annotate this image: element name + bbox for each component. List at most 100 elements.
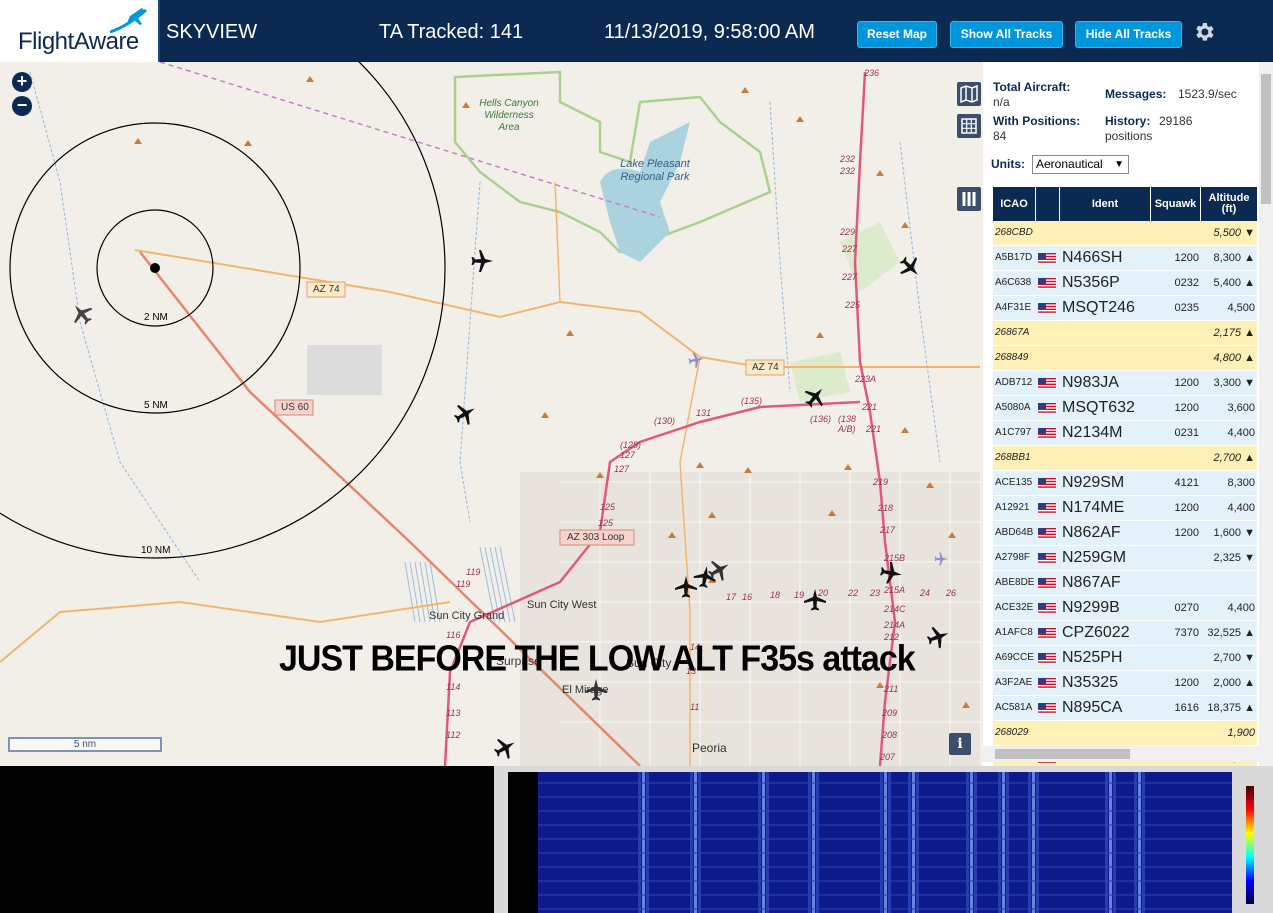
aircraft-icon[interactable] (878, 560, 904, 586)
gear-icon[interactable] (1192, 20, 1216, 44)
icao-cell: A5B17D (995, 252, 1033, 263)
icao-cell: A5080A (995, 402, 1031, 413)
column-squawk[interactable]: Squawk (1151, 187, 1201, 221)
aircraft-icon[interactable] (66, 298, 98, 330)
us-flag-icon (1038, 703, 1056, 714)
aircraft-icon[interactable] (924, 622, 953, 651)
waterfall-band (538, 824, 1232, 826)
scrollbar-thumb[interactable] (1261, 74, 1271, 204)
sidebar-vertical-scrollbar[interactable] (1259, 62, 1273, 766)
zoom-in-button[interactable]: + (12, 72, 32, 92)
sidebar-horizontal-scrollbar[interactable] (983, 746, 1259, 762)
waterfall-streak (758, 772, 761, 913)
aircraft-icon[interactable] (450, 398, 481, 429)
aircraft-icon[interactable] (894, 251, 926, 283)
datetime: 11/13/2019, 9:58:00 AM (604, 21, 815, 43)
table-row[interactable]: 268849 4,800 ▲ (993, 346, 1257, 371)
overlay-caption: JUST BEFORE THE LOW ALT F35s attack (279, 639, 916, 679)
column-ident[interactable]: Ident (1060, 187, 1151, 221)
table-row[interactable]: A2798F N259GM 2,325 ▼ (993, 546, 1257, 571)
table-row[interactable]: A6C638 N5356P 0232 5,400 ▲ (993, 271, 1257, 296)
ident-cell: N895CA (1062, 699, 1123, 716)
app-title: SKYVIEW (166, 21, 258, 43)
icao-cell: ACE135 (995, 477, 1033, 488)
squawk-cell: 1200 (1174, 252, 1199, 264)
waterfall-streak (998, 772, 1001, 913)
aircraft-icon[interactable] (934, 552, 948, 566)
aircraft-icon[interactable] (687, 351, 705, 369)
history-unit: positions (1105, 129, 1153, 143)
map-canvas[interactable]: 2 NM 5 NM 10 NM AZ 74 US 60 AZ 74 AZ 303… (0, 62, 983, 766)
table-row[interactable]: A3F2AE N35325 1200 2,000 ▲ (993, 671, 1257, 696)
waterfall-streak (880, 772, 883, 913)
ident-cell: CPZ6022 (1062, 624, 1130, 641)
table-row[interactable]: ACE135 N929SM 4121 8,300 (993, 471, 1257, 496)
squawk-cell: 1200 (1174, 402, 1199, 414)
map-layers-icon[interactable] (957, 82, 981, 106)
table-row[interactable]: ABE8DE N867AF (993, 571, 1257, 596)
column-altitude[interactable]: Altitude (ft) (1201, 187, 1257, 221)
column-flag[interactable] (1036, 187, 1060, 221)
waterfall-streak (884, 772, 887, 913)
waterfall-streak (694, 772, 697, 913)
icao-cell: 268849 (995, 352, 1029, 363)
table-row[interactable]: A69CCE N525PH 2,700 ▼ (993, 646, 1257, 671)
table-row[interactable]: A5B17D N466SH 1200 8,300 ▲ (993, 246, 1257, 271)
table-row[interactable]: A4F31E MSQT246 0235 4,500 (993, 296, 1257, 321)
squawk-cell: 0231 (1174, 427, 1199, 439)
table-row[interactable]: ADB712 N983JA 1200 3,300 ▼ (993, 371, 1257, 396)
aircraft-icon[interactable] (704, 554, 735, 585)
info-button[interactable]: i (949, 733, 971, 755)
icao-cell: ACE32E (995, 602, 1034, 613)
reset-map-button[interactable]: Reset Map (857, 21, 937, 48)
squawk-cell: 7370 (1174, 627, 1199, 639)
table-row[interactable]: 268BB1 2,700 ▲ (993, 446, 1257, 471)
altitude-cell: 2,175 ▲ (1213, 327, 1255, 339)
us-flag-icon (1038, 478, 1056, 489)
waterfall-band (538, 796, 1232, 798)
table-row[interactable]: ABD64B N862AF 1200 1,600 ▼ (993, 521, 1257, 546)
aircraft-icon[interactable] (799, 381, 831, 413)
waterfall-streak (888, 772, 891, 913)
logo-text: FlightAware (18, 28, 139, 55)
table-row[interactable]: A1C797 N2134M 0231 4,400 (993, 421, 1257, 446)
ident-cell: N174ME (1062, 499, 1125, 516)
altitude-cell: 8,300 (1227, 477, 1255, 489)
ident-cell: N5356P (1062, 274, 1120, 291)
column-icao[interactable]: ICAO (993, 187, 1036, 221)
table-row[interactable]: AC581A N895CA 1616 18,375 ▲ (993, 696, 1257, 721)
us-flag-icon (1038, 528, 1056, 539)
icao-cell: ABE8DE (995, 577, 1035, 588)
table-row[interactable]: 268CBD 5,500 ▼ (993, 221, 1257, 246)
units-select[interactable]: Aeronautical ▼ (1032, 155, 1129, 174)
aircraft-icon[interactable] (471, 250, 494, 272)
waterfall-streak (642, 772, 645, 913)
zoom-out-button[interactable]: − (12, 96, 32, 116)
altitude-cell: 8,300 ▲ (1213, 252, 1255, 264)
hide-all-tracks-button[interactable]: Hide All Tracks (1075, 21, 1182, 48)
waterfall-streak (762, 772, 765, 913)
aircraft-icon[interactable] (490, 732, 521, 763)
table-row[interactable]: 268029 1,900 (993, 721, 1257, 746)
show-all-tracks-button[interactable]: Show All Tracks (950, 21, 1063, 48)
map-grid-icon[interactable] (957, 114, 981, 138)
altitude-cell: 1,900 (1227, 727, 1255, 739)
aircraft-icon[interactable] (692, 564, 718, 590)
table-row[interactable]: A5080A MSQT632 1200 3,600 (993, 396, 1257, 421)
ident-cell: N2134M (1062, 424, 1123, 441)
table-row[interactable]: ACE32E N9299B 0270 4,400 (993, 596, 1257, 621)
scrollbar-thumb[interactable] (995, 749, 1130, 759)
history-label: History: (1105, 114, 1151, 128)
aircraft-icon[interactable] (675, 576, 697, 598)
altitude-cell: 5,400 ▲ (1213, 277, 1255, 289)
us-flag-icon (1038, 628, 1056, 639)
waterfall-streak (766, 772, 769, 913)
aircraft-icon[interactable] (585, 679, 607, 701)
aircraft-icon[interactable] (804, 589, 826, 611)
altitude-cell: 2,325 ▼ (1213, 552, 1255, 564)
table-row[interactable]: A12921 N174ME 1200 4,400 (993, 496, 1257, 521)
columns-toggle-icon[interactable] (957, 187, 981, 211)
flightaware-logo[interactable]: FlightAware (0, 0, 160, 62)
table-row[interactable]: 26867A 2,175 ▲ (993, 321, 1257, 346)
table-row[interactable]: A1AFC8 CPZ6022 7370 32,525 ▲ (993, 621, 1257, 646)
